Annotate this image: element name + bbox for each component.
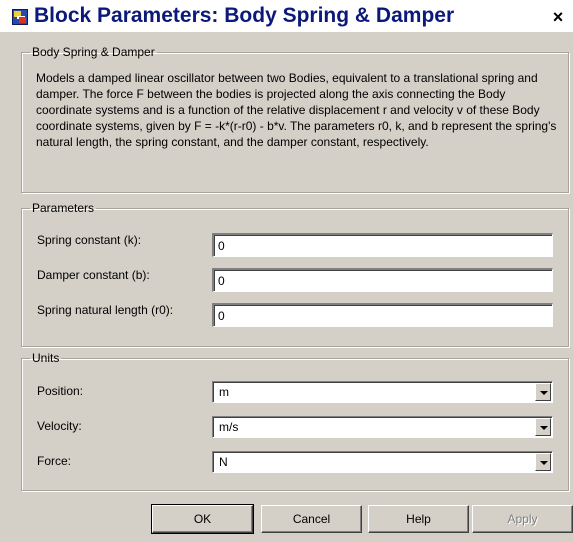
window-title: Block Parameters: Body Spring & Damper (34, 4, 455, 27)
apply-button[interactable]: Apply (472, 505, 573, 533)
spring-constant-label: Spring constant (k): (37, 233, 142, 247)
spring-constant-input[interactable]: 0 (212, 233, 553, 257)
force-units-value: N (219, 455, 228, 469)
ok-button[interactable]: OK (151, 504, 254, 534)
damper-constant-label: Damper constant (b): (37, 268, 150, 282)
chevron-down-icon[interactable] (535, 453, 551, 471)
chevron-down-icon[interactable] (535, 418, 551, 436)
velocity-units-value: m/s (219, 420, 239, 434)
block-description: Models a damped linear oscillator betwee… (36, 71, 557, 149)
force-label: Force: (37, 454, 72, 468)
chevron-down-icon[interactable] (535, 383, 551, 401)
spring-natural-length-input[interactable]: 0 (212, 303, 553, 327)
damper-constant-input[interactable]: 0 (212, 268, 553, 292)
units-legend: Units (32, 351, 60, 365)
velocity-label: Velocity: (37, 419, 82, 433)
velocity-units-select[interactable]: m/s (212, 416, 553, 438)
position-label: Position: (37, 384, 84, 398)
force-units-select[interactable]: N (212, 451, 553, 473)
parameters-legend: Parameters (32, 201, 95, 215)
close-icon[interactable]: × (546, 7, 570, 27)
block-group-legend: Body Spring & Damper (32, 45, 155, 59)
help-button[interactable]: Help (368, 505, 469, 533)
title-bar[interactable]: Block Parameters: Body Spring & Damper × (0, 0, 573, 32)
cancel-button[interactable]: Cancel (261, 505, 362, 533)
position-units-select[interactable]: m (212, 381, 553, 403)
simulink-block-icon (12, 9, 28, 25)
spring-natural-length-label: Spring natural length (r0): (37, 303, 174, 317)
position-units-value: m (219, 385, 229, 399)
